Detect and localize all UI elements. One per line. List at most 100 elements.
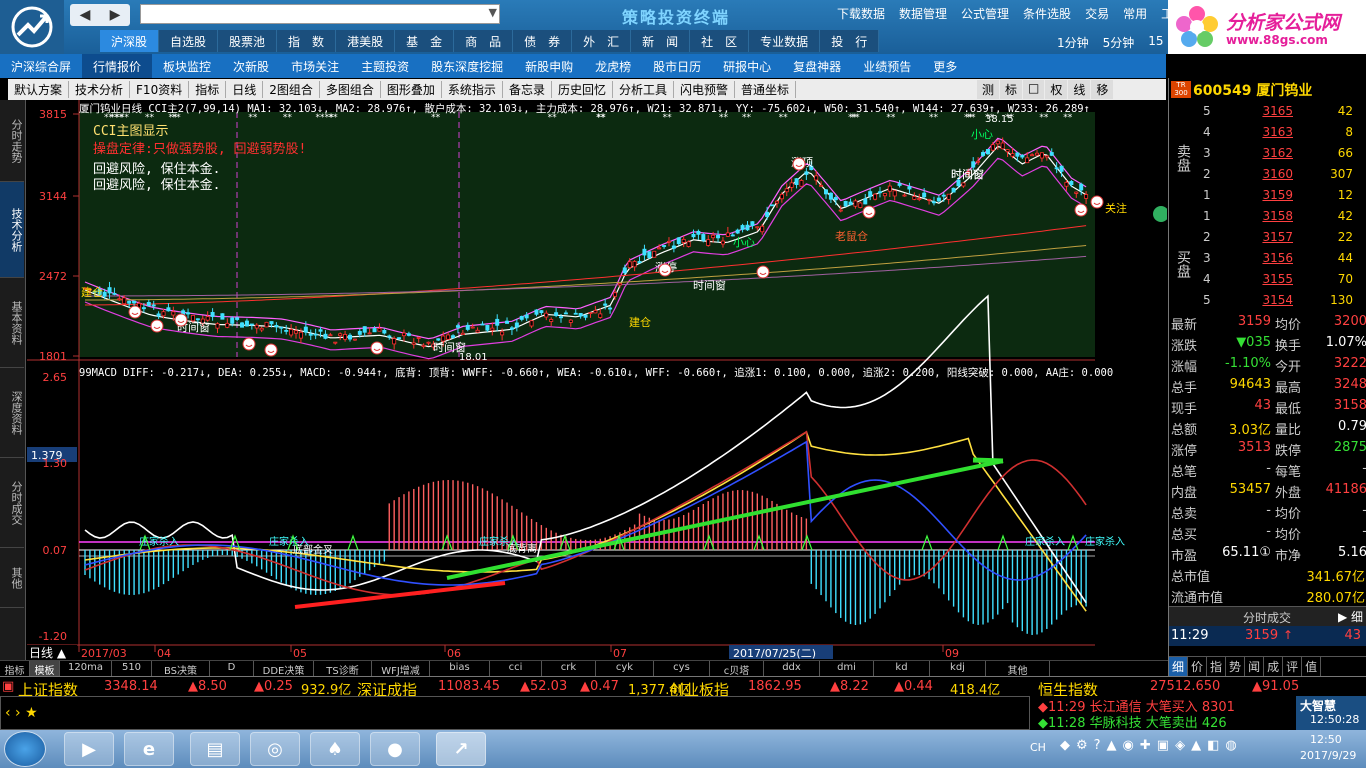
indicator-tab[interactable]: cci (490, 661, 542, 676)
tab-hk-us[interactable]: 港美股 (336, 30, 396, 52)
menu2-item[interactable]: 主题投资 (350, 54, 420, 78)
toolbar-item[interactable]: 日线 (226, 81, 264, 98)
tab-community[interactable]: 社 区 (690, 30, 750, 52)
indicator-tab[interactable]: bias (430, 661, 490, 676)
toolbar-item[interactable]: 多图组合 (320, 81, 381, 98)
indicator-tab[interactable]: c贝塔 (710, 661, 764, 677)
toolbar-item[interactable]: F10资料 (130, 81, 190, 98)
ticks-header[interactable]: 分时成交 ▶ 细 (1169, 606, 1366, 626)
toolbar-item[interactable]: 分析工具 (613, 81, 674, 98)
left-tab-basic[interactable]: 基本资料 (0, 278, 24, 368)
indicator-tab[interactable]: dmi (820, 661, 874, 676)
quote-tab[interactable]: 闻 (1245, 657, 1265, 676)
toolbar-right-item[interactable]: 标 (1000, 80, 1023, 99)
media-player-icon[interactable]: ▶ (64, 732, 114, 766)
toolbar-item[interactable]: 技术分析 (69, 81, 131, 98)
indicator-tab[interactable]: 模板 (30, 661, 60, 677)
menu2-item[interactable]: 行情报价 (82, 54, 153, 78)
menu2-item[interactable]: 研报中心 (712, 54, 782, 78)
ask-row[interactable]: 4 3163 8 (1169, 122, 1366, 143)
quote-tab[interactable]: 指 (1207, 657, 1227, 676)
bid-row[interactable]: 5 3154 130 (1169, 290, 1366, 311)
indicator-tab[interactable]: 其他 (986, 661, 1050, 677)
app-icon-orange[interactable]: ● (370, 732, 420, 766)
indicator-tab[interactable]: kd (874, 661, 930, 676)
menu-trade[interactable]: 交易 (1078, 5, 1116, 23)
bid-row[interactable]: 2 3157 22 (1169, 227, 1366, 248)
left-tab-other[interactable]: 其他 (0, 548, 24, 608)
brand-url[interactable]: www.88gs.com (1226, 33, 1328, 47)
toolbar-right-item[interactable]: 线 (1068, 80, 1091, 99)
ask-row[interactable]: 5 3165 42 (1169, 101, 1366, 122)
chevron-down-icon[interactable]: ▼ (489, 6, 497, 19)
tf-1min[interactable]: 1分钟 (1050, 32, 1096, 52)
trading-app-icon[interactable]: ↗ (436, 732, 486, 766)
tab-commodity[interactable]: 商 品 (454, 30, 514, 52)
tab-watchlist[interactable]: 自选股 (159, 30, 219, 52)
nav-arrows-icon[interactable]: ‹ › ★ (5, 705, 38, 721)
toolbar-right-item[interactable]: □ (1023, 80, 1045, 99)
tab-ib[interactable]: 投 行 (820, 30, 880, 52)
indicator-tab[interactable]: 510 (112, 661, 152, 676)
menu2-item[interactable]: 复盘神器 (782, 54, 852, 78)
tab-fund[interactable]: 基 金 (395, 30, 455, 52)
quote-tab[interactable]: 成 (1264, 657, 1284, 676)
toolbar-item[interactable]: 系统指示 (442, 81, 503, 98)
toolbar-item[interactable]: 2图组合 (263, 81, 320, 98)
quote-tab[interactable]: 势 (1226, 657, 1246, 676)
menu-formula[interactable]: 公式管理 (954, 5, 1016, 23)
back-icon[interactable]: ◀ (80, 7, 91, 23)
bid-row[interactable]: 1 3158 42 (1169, 206, 1366, 227)
indicator-tab[interactable]: 指标 (0, 661, 30, 677)
address-bar[interactable]: ▼ (140, 4, 500, 24)
forward-icon[interactable]: ▶ (110, 7, 121, 23)
indicator-tab[interactable]: cys (654, 661, 710, 676)
menu-download[interactable]: 下载数据 (830, 5, 892, 23)
toolbar-item[interactable]: 备忘录 (503, 81, 552, 98)
tab-index[interactable]: 指 数 (277, 30, 337, 52)
quote-tab[interactable]: 值 (1302, 657, 1322, 676)
indicator-tab[interactable]: ddx (764, 661, 820, 676)
indicator-tab[interactable]: crk (542, 661, 596, 676)
tab-prodata[interactable]: 专业数据 (749, 30, 821, 52)
toolbar-right-item[interactable]: 测 (977, 80, 1000, 99)
menu2-item[interactable]: 板块监控 (152, 54, 222, 78)
toolbar-right-item[interactable]: 移 (1091, 80, 1114, 99)
indicator-tab[interactable]: cyk (596, 661, 654, 676)
indicator-tab[interactable]: D (210, 661, 254, 676)
app-icon-red[interactable]: ◎ (250, 732, 300, 766)
tf-5min[interactable]: 5分钟 (1096, 32, 1142, 52)
toolbar-item[interactable]: 历史回忆 (552, 81, 613, 98)
toolbar-item[interactable]: 图形叠加 (381, 81, 442, 98)
indicator-tab[interactable]: kdj (930, 661, 986, 676)
bid-row[interactable]: 3 3156 44 (1169, 248, 1366, 269)
menu2-item[interactable]: 沪深综合屏 (0, 54, 82, 78)
menu2-item[interactable]: 次新股 (222, 54, 280, 78)
quote-tab[interactable]: 细 (1169, 657, 1189, 676)
indicator-tab[interactable]: DDE决策 (254, 661, 314, 677)
indicator-tab[interactable]: 120ma (60, 661, 112, 676)
start-button[interactable] (4, 731, 46, 767)
tab-hs[interactable]: 沪深股 (100, 30, 160, 52)
menu-common[interactable]: 常用 (1116, 5, 1154, 23)
menu2-item[interactable]: 股市日历 (642, 54, 712, 78)
tab-forex[interactable]: 外 汇 (572, 30, 632, 52)
indicator-tab[interactable]: BS决策 (152, 661, 210, 677)
toolbar-item[interactable]: 指标 (189, 81, 227, 98)
left-tab-trades[interactable]: 分时成交 (0, 458, 24, 548)
toolbar-item[interactable]: 闪电预警 (674, 81, 735, 98)
kline-chart[interactable]: 3815 3144 2472 1801 2.65 1.379 1.30 0.07 -1.20 20… (27, 100, 1167, 660)
ask-row[interactable]: 3 3162 66 (1169, 143, 1366, 164)
tf-15min[interactable]: 15 (1141, 32, 1170, 52)
lang-indicator[interactable]: CH (1030, 741, 1046, 754)
left-tab-intraday[interactable]: 分时走势 (0, 100, 24, 182)
ask-row[interactable]: 1 3159 12 (1169, 185, 1366, 206)
folder-icon[interactable]: ▤ (190, 732, 240, 766)
tab-bond[interactable]: 债 券 (513, 30, 573, 52)
bid-row[interactable]: 4 3155 70 (1169, 269, 1366, 290)
menu2-item[interactable]: 新股申购 (514, 54, 584, 78)
menu2-item[interactable]: 更多 (922, 54, 968, 78)
tab-news[interactable]: 新 闻 (631, 30, 691, 52)
menu2-item[interactable]: 业绩预告 (852, 54, 922, 78)
cards-game-icon[interactable]: ♠ (310, 732, 360, 766)
